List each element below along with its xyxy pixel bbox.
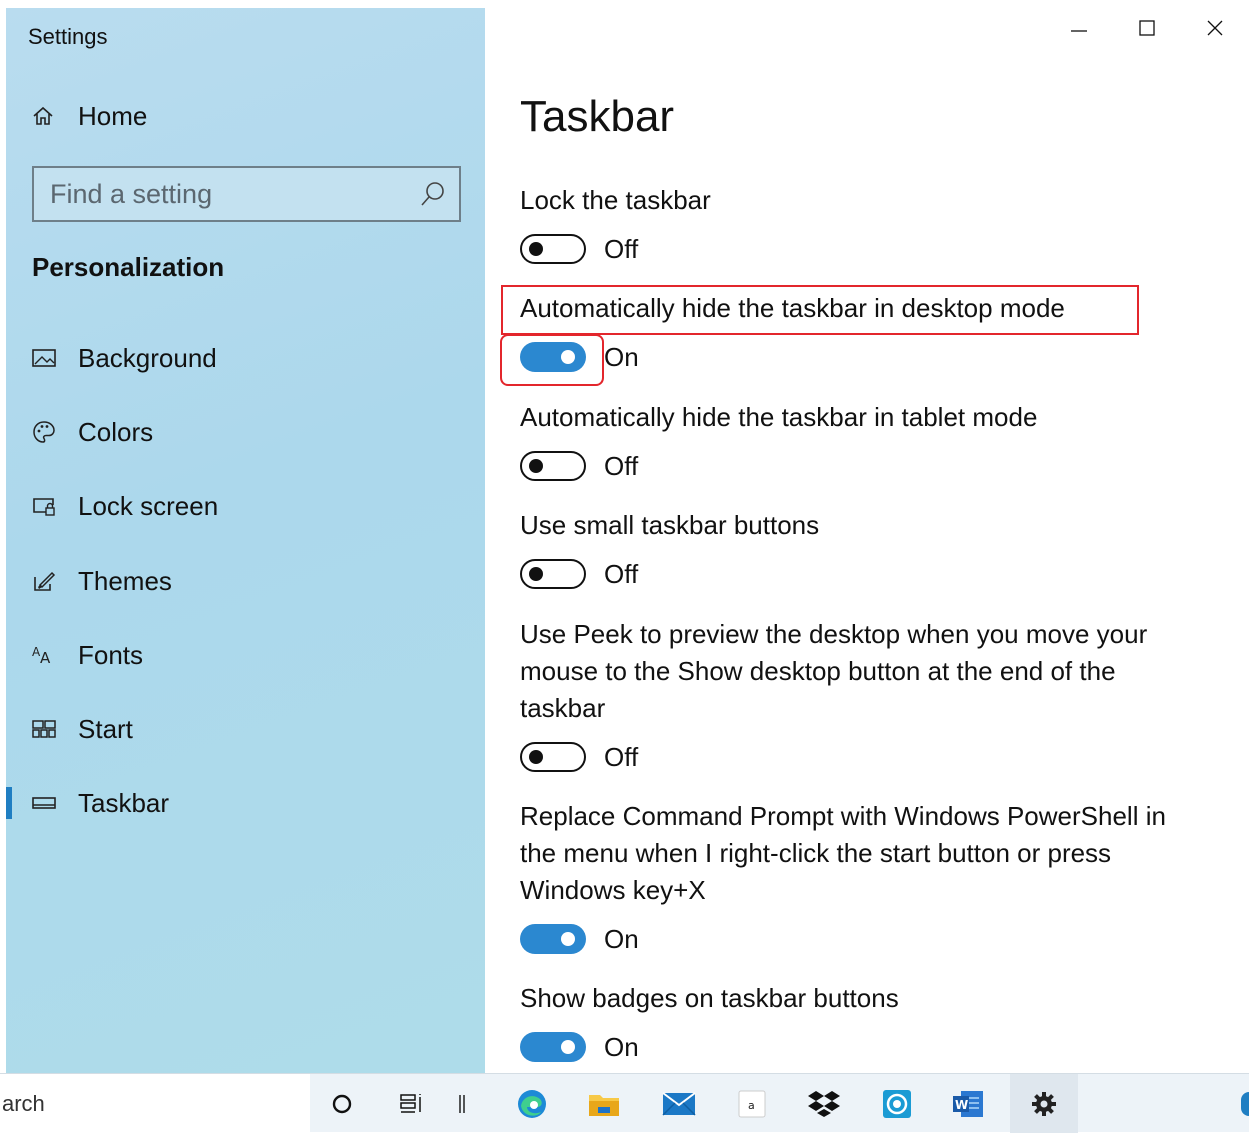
sidebar-item-label: Fonts [78,639,144,670]
toggle-knob [561,1040,575,1054]
lock-taskbar-toggle[interactable] [520,234,586,264]
app-icon[interactable] [875,1082,919,1126]
taskbar-icon [30,789,58,817]
maximize-icon [1138,19,1156,42]
toggle-knob [561,932,575,946]
taskbar-search-box[interactable]: arch [0,1074,310,1133]
start-tiles-icon [30,715,58,743]
section-title: Personalization [32,252,225,282]
sidebar-item-themes[interactable]: Themes [6,559,485,603]
sidebar-item-fonts[interactable]: AA Fonts [6,633,485,677]
autohide-tablet-toggle[interactable] [520,451,586,481]
toggle-state-text: Off [604,558,639,589]
toggle-state-text: Off [604,233,639,264]
svg-text:A: A [40,649,51,666]
setting-peek: Use Peek to preview the desktop when you… [520,616,1200,775]
search-input[interactable] [34,168,413,220]
setting-autohide-tablet: Automatically hide the taskbar in tablet… [520,399,1200,484]
window-controls [1045,8,1249,52]
sidebar-home[interactable]: Home [30,100,147,132]
setting-label: Show badges on taskbar buttons [520,983,899,1013]
themes-brush-icon [30,567,58,595]
highlight-box-toggle [500,334,604,386]
file-explorer-icon[interactable] [582,1082,626,1126]
lock-screen-icon [30,492,58,520]
powershell-toggle[interactable] [520,924,586,954]
sidebar-item-label: Colors [78,416,154,447]
toggle-knob [529,567,543,581]
fonts-icon: AA [30,641,58,669]
sidebar-item-label: Start [78,713,133,744]
setting-lock-taskbar: Lock the taskbar Off [520,182,1200,267]
app-title: Settings [28,24,108,49]
maximize-button[interactable] [1113,8,1181,52]
toggle-state-text: Off [604,450,639,481]
minimize-button[interactable] [1045,8,1113,52]
sidebar-item-background[interactable]: Background [6,336,485,380]
dropbox-icon[interactable] [802,1082,846,1126]
sidebar-item-label: Taskbar [78,787,170,818]
word-icon[interactable]: W [946,1082,990,1126]
taskbar-divider-icon [440,1082,484,1126]
page-title: Taskbar [520,92,675,141]
sidebar-item-taskbar[interactable]: Taskbar [6,781,485,825]
search-icon[interactable] [413,180,453,208]
small-buttons-toggle[interactable] [520,559,586,589]
sidebar-item-label: Themes [78,565,172,596]
cortana-icon[interactable] [320,1082,364,1126]
minimize-icon [1070,19,1088,42]
windows-taskbar: arch a W [0,1073,1249,1133]
setting-label: Use small taskbar buttons [520,510,820,540]
task-view-icon[interactable] [390,1082,434,1126]
toggle-knob [529,750,543,764]
setting-label: Automatically hide the taskbar in tablet… [520,402,1038,432]
taskbar-search-text: arch [2,1090,45,1116]
sidebar-item-start[interactable]: Start [6,707,485,751]
setting-label: Replace Command Prompt with Windows Powe… [520,801,1166,905]
setting-label: Use Peek to preview the desktop when you… [520,619,1148,723]
setting-powershell: Replace Command Prompt with Windows Powe… [520,798,1200,957]
selection-indicator [6,787,12,819]
toggle-state-text: On [604,1031,639,1062]
highlight-box-label [501,285,1139,335]
sidebar-home-label: Home [78,100,148,131]
setting-label: Lock the taskbar [520,185,711,215]
picture-icon [30,344,58,372]
close-button[interactable] [1181,8,1249,52]
peek-toggle[interactable] [520,742,586,772]
sidebar-item-label: Background [78,342,217,373]
toggle-state-text: On [604,341,639,372]
badges-toggle[interactable] [520,1032,586,1062]
toggle-state-text: On [604,923,639,954]
toggle-knob [529,242,543,256]
sidebar: Settings Home Personalization Background [6,8,485,1073]
toggle-knob [529,459,543,473]
sidebar-item-label: Lock screen [78,490,219,521]
settings-gear-icon[interactable] [1010,1074,1078,1133]
sidebar-item-colors[interactable]: Colors [6,410,485,454]
toggle-state-text: Off [604,741,639,772]
svg-text:W: W [955,1098,968,1112]
taskbar-edge-indicator [1241,1092,1249,1116]
settings-window: Settings Home Personalization Background [0,0,1249,1073]
setting-badges: Show badges on taskbar buttons On [520,980,1200,1065]
home-icon [30,105,56,127]
amazon-icon[interactable]: a [730,1082,774,1126]
svg-text:a: a [748,1099,755,1112]
search-box[interactable] [32,166,461,222]
sidebar-item-lock-screen[interactable]: Lock screen [6,484,485,528]
setting-small-buttons: Use small taskbar buttons Off [520,507,1200,592]
palette-icon [30,418,58,446]
mail-icon[interactable] [657,1082,701,1126]
close-icon [1206,19,1224,42]
edge-icon[interactable] [510,1082,554,1126]
